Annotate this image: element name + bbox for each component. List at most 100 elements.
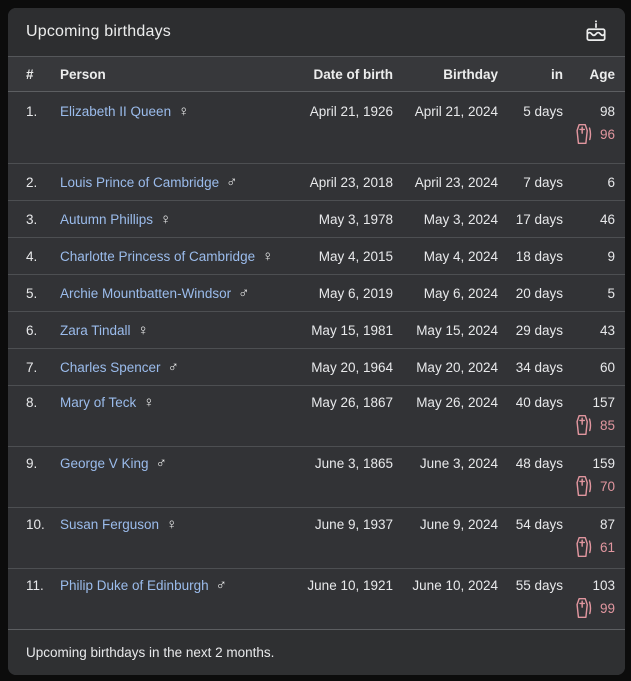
person-link[interactable]: Mary of Teck: [60, 395, 136, 410]
age-cell: 43: [599, 322, 615, 338]
gender-icon: ♂: [215, 577, 227, 594]
date-of-birth-cell: May 3, 1978: [318, 211, 393, 227]
coffin-icon: [573, 414, 592, 436]
person-cell: Archie Mountbatten-Windsor ♂: [52, 286, 293, 301]
row-index: 10.: [26, 517, 45, 532]
age-cell: 60: [599, 359, 615, 375]
table-row: 11. Philip Duke of Edinburgh ♂ June 10, …: [8, 568, 625, 629]
age-cell: 6: [607, 174, 615, 190]
coffin-icon: [573, 597, 592, 619]
table-row: 6. Zara Tindall ♀ May 15, 1981 May 15, 2…: [8, 311, 625, 348]
birthday-cell: May 15, 2024: [416, 322, 498, 338]
cake-icon: [583, 19, 609, 45]
row-index: 3.: [26, 211, 38, 227]
days-until-cell: 54 days: [515, 517, 563, 532]
birthday-cell: June 3, 2024: [419, 456, 498, 471]
coffin-icon: [573, 536, 592, 558]
table-row: 5. Archie Mountbatten-Windsor ♂ May 6, 2…: [8, 274, 625, 311]
column-header-index: #: [26, 66, 34, 82]
row-index: 4.: [26, 248, 38, 264]
date-of-birth-cell: May 20, 1964: [311, 359, 393, 375]
coffin-icon: [573, 475, 592, 497]
days-until-cell: 48 days: [515, 456, 563, 471]
gender-icon: ♀: [143, 394, 155, 411]
deceased-info: 96: [498, 123, 615, 145]
column-header-age: Age: [589, 66, 615, 82]
gender-icon: ♀: [262, 247, 274, 265]
days-until-cell: 55 days: [515, 578, 563, 593]
date-of-birth-cell: June 10, 1921: [307, 578, 393, 593]
card-footer: Upcoming birthdays in the next 2 months.: [8, 629, 625, 675]
date-of-birth-cell: May 4, 2015: [318, 248, 393, 264]
date-of-birth-cell: April 21, 1926: [309, 104, 393, 119]
person-link[interactable]: Philip Duke of Edinburgh: [60, 578, 209, 593]
table-row: 1. Elizabeth II Queen ♀ April 21, 1926 A…: [8, 92, 625, 163]
gender-icon: ♀: [166, 516, 178, 533]
person-link[interactable]: Elizabeth II Queen: [60, 104, 171, 119]
days-until-cell: 17 days: [515, 211, 563, 227]
person-cell: Zara Tindall ♀: [52, 323, 293, 338]
person-link[interactable]: Charlotte Princess of Cambridge: [60, 249, 255, 264]
table-row: 2. Louis Prince of Cambridge ♂ April 23,…: [8, 163, 625, 200]
row-index: 8.: [26, 395, 38, 410]
age-cell: 9: [607, 248, 615, 264]
person-cell: Elizabeth II Queen ♀: [52, 104, 293, 119]
person-link[interactable]: George V King: [60, 456, 149, 471]
age-cell: 46: [599, 211, 615, 227]
table-row: 3. Autumn Phillips ♀ May 3, 1978 May 3, …: [8, 200, 625, 237]
person-cell: Susan Ferguson ♀: [52, 517, 293, 532]
person-link[interactable]: Archie Mountbatten-Windsor: [60, 286, 231, 301]
birthday-cell: June 9, 2024: [419, 517, 498, 532]
gender-icon: ♂: [167, 358, 179, 376]
column-header-birthday: Birthday: [443, 66, 498, 82]
person-cell: Autumn Phillips ♀: [52, 212, 293, 227]
row-index: 1.: [26, 104, 38, 119]
age-at-death: 99: [599, 600, 615, 616]
days-until-cell: 34 days: [515, 359, 563, 375]
age-cell: 87: [599, 517, 615, 532]
table-row: 10. Susan Ferguson ♀ June 9, 1937 June 9…: [8, 507, 625, 568]
date-of-birth-cell: June 9, 1937: [314, 517, 393, 532]
person-link[interactable]: Susan Ferguson: [60, 517, 159, 532]
age-at-death: 61: [599, 539, 615, 555]
person-link[interactable]: Louis Prince of Cambridge: [60, 175, 219, 190]
row-index: 5.: [26, 285, 38, 301]
date-of-birth-cell: May 6, 2019: [318, 285, 393, 301]
column-header-in: in: [551, 66, 563, 82]
row-index: 11.: [26, 578, 44, 593]
gender-icon: ♀: [137, 321, 149, 339]
row-index: 9.: [26, 456, 38, 471]
birthday-cell: May 20, 2024: [416, 359, 498, 375]
age-cell: 103: [592, 578, 615, 593]
page-title: Upcoming birthdays: [26, 23, 171, 40]
person-cell: Mary of Teck ♀: [52, 395, 293, 410]
days-until-cell: 20 days: [515, 285, 563, 301]
column-header-date-of-birth: Date of birth: [313, 66, 394, 82]
row-index: 7.: [26, 359, 38, 375]
coffin-icon: [573, 123, 592, 145]
birthday-cell: May 4, 2024: [423, 248, 498, 264]
birthday-cell: April 23, 2024: [414, 174, 498, 190]
age-cell: 159: [592, 456, 615, 471]
age-at-death: 70: [599, 478, 615, 494]
card-titlebar: Upcoming birthdays: [8, 8, 625, 57]
gender-icon: ♀: [160, 210, 172, 228]
person-link[interactable]: Charles Spencer: [60, 360, 161, 375]
deceased-info: 61: [498, 536, 615, 558]
person-cell: Charles Spencer ♂: [52, 360, 293, 375]
table-row: 9. George V King ♂ June 3, 1865 June 3, …: [8, 446, 625, 507]
person-link[interactable]: Autumn Phillips: [60, 212, 153, 227]
gender-icon: ♂: [155, 455, 167, 472]
row-index: 2.: [26, 174, 38, 190]
date-of-birth-cell: May 26, 1867: [311, 395, 393, 410]
table-body: 1. Elizabeth II Queen ♀ April 21, 1926 A…: [8, 92, 625, 629]
footer-note: Upcoming birthdays in the next 2 months.: [26, 645, 275, 660]
person-cell: Louis Prince of Cambridge ♂: [52, 175, 293, 190]
age-at-death: 96: [599, 126, 615, 142]
table-header-row: # Person Date of birth Birthday in Age: [8, 57, 625, 92]
upcoming-birthdays-card: Upcoming birthdays # Person Date of birt…: [8, 8, 625, 675]
age-cell: 98: [599, 104, 615, 119]
person-link[interactable]: Zara Tindall: [60, 323, 131, 338]
person-cell: Charlotte Princess of Cambridge ♀: [52, 249, 293, 264]
deceased-info: 99: [498, 597, 615, 619]
